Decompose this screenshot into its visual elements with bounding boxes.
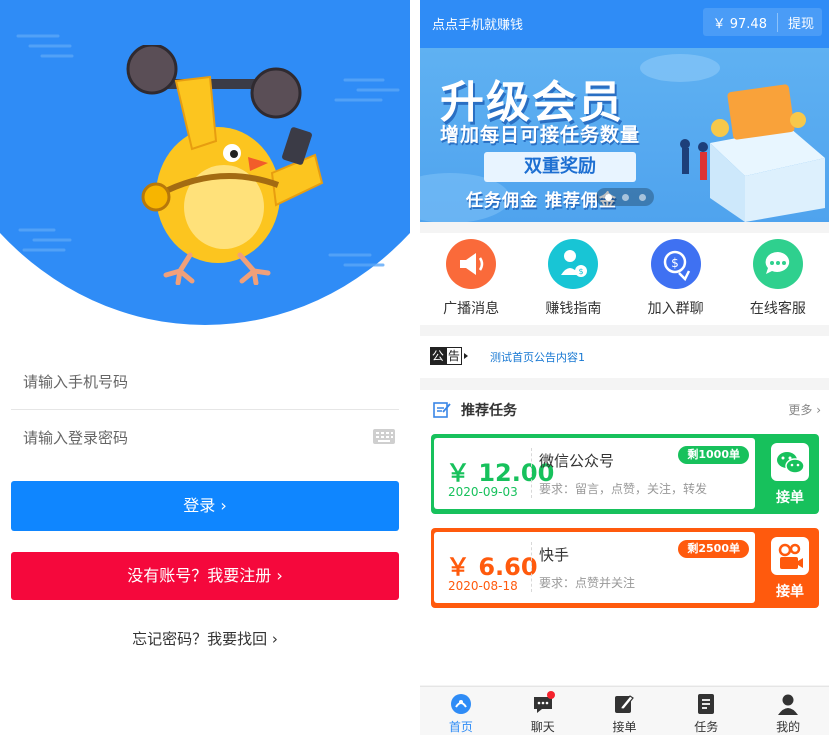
accept-task-button[interactable]: 接单 bbox=[761, 528, 819, 608]
login-button[interactable]: 登录 › bbox=[11, 481, 399, 531]
task-name: 微信公众号 bbox=[539, 452, 615, 470]
app-title: 点点手机就赚钱 bbox=[432, 18, 524, 33]
tab-accept-order[interactable]: 接单 bbox=[584, 687, 666, 735]
section-title: 推荐任务 bbox=[461, 403, 517, 419]
task-info[interactable]: ￥ 6.60 2020-08-18 快手 要求：点赞并关注 剩2500单 bbox=[434, 532, 755, 603]
task-info[interactable]: ￥ 12.00 2020-09-03 微信公众号 要求：留言，点赞，关注，转发 … bbox=[434, 438, 755, 509]
tab-label: 接单 bbox=[612, 720, 637, 734]
password-placeholder: 请输入登录密码 bbox=[23, 429, 129, 447]
carousel-dot-active[interactable] bbox=[604, 193, 612, 201]
announcement-tag-char: 告 bbox=[445, 347, 462, 365]
svg-text:$: $ bbox=[671, 256, 679, 270]
withdraw-button[interactable]: 提现 bbox=[778, 13, 822, 32]
tab-label: 我的 bbox=[776, 720, 801, 734]
password-input[interactable]: 请输入登录密码 bbox=[11, 410, 399, 466]
nav-label: 赚钱指南 bbox=[545, 301, 602, 317]
announcement-text[interactable]: 测试首页公告内容1 bbox=[490, 349, 585, 365]
banner-bottom-text: 任务佣金 推荐佣金 bbox=[466, 191, 617, 211]
quick-nav: 广播消息 $ 赚钱指南 $ 加入群聊 在线客服 bbox=[420, 233, 829, 325]
carousel-dot[interactable] bbox=[638, 193, 646, 201]
accept-task-label: 接单 bbox=[776, 490, 804, 506]
carousel-dot[interactable] bbox=[621, 193, 629, 201]
announcement-tag-icon: 公 告 bbox=[430, 347, 468, 365]
tab-label: 首页 bbox=[448, 720, 473, 734]
announcement-bar: 公 告 测试首页公告内容1 bbox=[420, 336, 829, 378]
task-name: 快手 bbox=[539, 546, 570, 564]
banner-subline: 增加每日可接任务数量 bbox=[440, 124, 641, 146]
keyboard-icon[interactable] bbox=[373, 429, 395, 444]
top-bar: 点点手机就赚钱 ￥ 97.48 提现 bbox=[420, 0, 829, 48]
task-list-icon bbox=[698, 694, 715, 714]
task-card: ￥ 12.00 2020-09-03 微信公众号 要求：留言，点赞，关注，转发 … bbox=[431, 434, 819, 514]
home-screen: 点点手机就赚钱 ￥ 97.48 提现 升级会员 增加每日可接任务数量 双重奖励 bbox=[420, 0, 829, 735]
tab-home[interactable]: 首页 bbox=[420, 687, 502, 735]
balance-amount[interactable]: ￥ 97.48 bbox=[703, 12, 778, 32]
register-button[interactable]: 没有账号？我要注册 › bbox=[11, 552, 399, 600]
nav-money-guide[interactable]: $ 赚钱指南 bbox=[522, 233, 624, 325]
nav-customer-service[interactable]: 在线客服 bbox=[727, 233, 829, 325]
task-requirement: 要求：留言，点赞，关注，转发 bbox=[539, 482, 708, 496]
accept-task-label: 接单 bbox=[776, 584, 804, 600]
tab-label: 聊天 bbox=[530, 720, 555, 734]
tab-label: 任务 bbox=[694, 720, 719, 734]
remaining-badge: 剩2500单 bbox=[678, 540, 749, 558]
phone-placeholder: 请输入手机号码 bbox=[23, 373, 129, 391]
task-date: 2020-08-18 bbox=[448, 579, 518, 593]
support-icon bbox=[752, 239, 803, 289]
nav-label: 广播消息 bbox=[443, 301, 500, 317]
task-divider bbox=[531, 448, 532, 498]
announcement-arrow-icon bbox=[464, 353, 468, 359]
task-date: 2020-09-03 bbox=[448, 485, 518, 499]
profile-icon bbox=[778, 694, 799, 715]
accept-task-button[interactable]: 接单 bbox=[761, 434, 819, 514]
bottom-tab-bar: 首页 聊天 接单 任务 我的 bbox=[420, 686, 829, 735]
tab-profile[interactable]: 我的 bbox=[747, 687, 829, 735]
tab-chat[interactable]: 聊天 bbox=[502, 687, 584, 735]
announcement-tag-char: 公 bbox=[430, 347, 446, 365]
megaphone-icon bbox=[446, 239, 497, 289]
phone-input[interactable]: 请输入手机号码 bbox=[11, 354, 399, 410]
nav-broadcast[interactable]: 广播消息 bbox=[420, 233, 522, 325]
guide-icon: $ bbox=[548, 239, 599, 289]
banner-ribbon: 双重奖励 bbox=[484, 152, 636, 182]
group-chat-icon: $ bbox=[650, 239, 701, 289]
more-link[interactable]: 更多 › bbox=[788, 401, 821, 418]
recommended-tasks-section: 推荐任务 更多 › ￥ 12.00 2020-09-03 微信公众号 要求：留言… bbox=[420, 390, 829, 685]
promo-banner[interactable]: 升级会员 增加每日可接任务数量 双重奖励 任务佣金 推荐佣金 bbox=[420, 48, 829, 222]
edit-note-icon bbox=[433, 402, 451, 418]
svg-text:$: $ bbox=[579, 267, 584, 276]
task-card: ￥ 6.60 2020-08-18 快手 要求：点赞并关注 剩2500单 接单 bbox=[431, 528, 819, 608]
chick-mascot-illustration bbox=[126, 45, 324, 285]
task-requirement: 要求：点赞并关注 bbox=[539, 576, 636, 590]
carousel-indicator[interactable] bbox=[596, 188, 654, 206]
remaining-badge: 剩1000单 bbox=[678, 446, 749, 464]
home-icon bbox=[450, 694, 471, 714]
edit-icon bbox=[615, 695, 635, 713]
wechat-icon bbox=[771, 443, 809, 481]
nav-label: 加入群聊 bbox=[647, 301, 704, 317]
nav-label: 在线客服 bbox=[749, 301, 806, 317]
nav-join-group[interactable]: $ 加入群聊 bbox=[625, 233, 727, 325]
task-divider bbox=[531, 542, 532, 592]
task-price: ￥ 6.60 bbox=[446, 553, 538, 581]
unread-dot bbox=[546, 691, 555, 699]
login-screen: 请输入手机号码 请输入登录密码 登录 › 没有账号？我要注册 › 忘记密码？我要… bbox=[0, 0, 410, 735]
forgot-password-link[interactable]: 忘记密码？我要找回 › bbox=[0, 628, 410, 649]
tab-tasks[interactable]: 任务 bbox=[665, 687, 747, 735]
balance-box: ￥ 97.48 提现 bbox=[702, 8, 822, 36]
kuaishou-icon bbox=[771, 537, 809, 575]
